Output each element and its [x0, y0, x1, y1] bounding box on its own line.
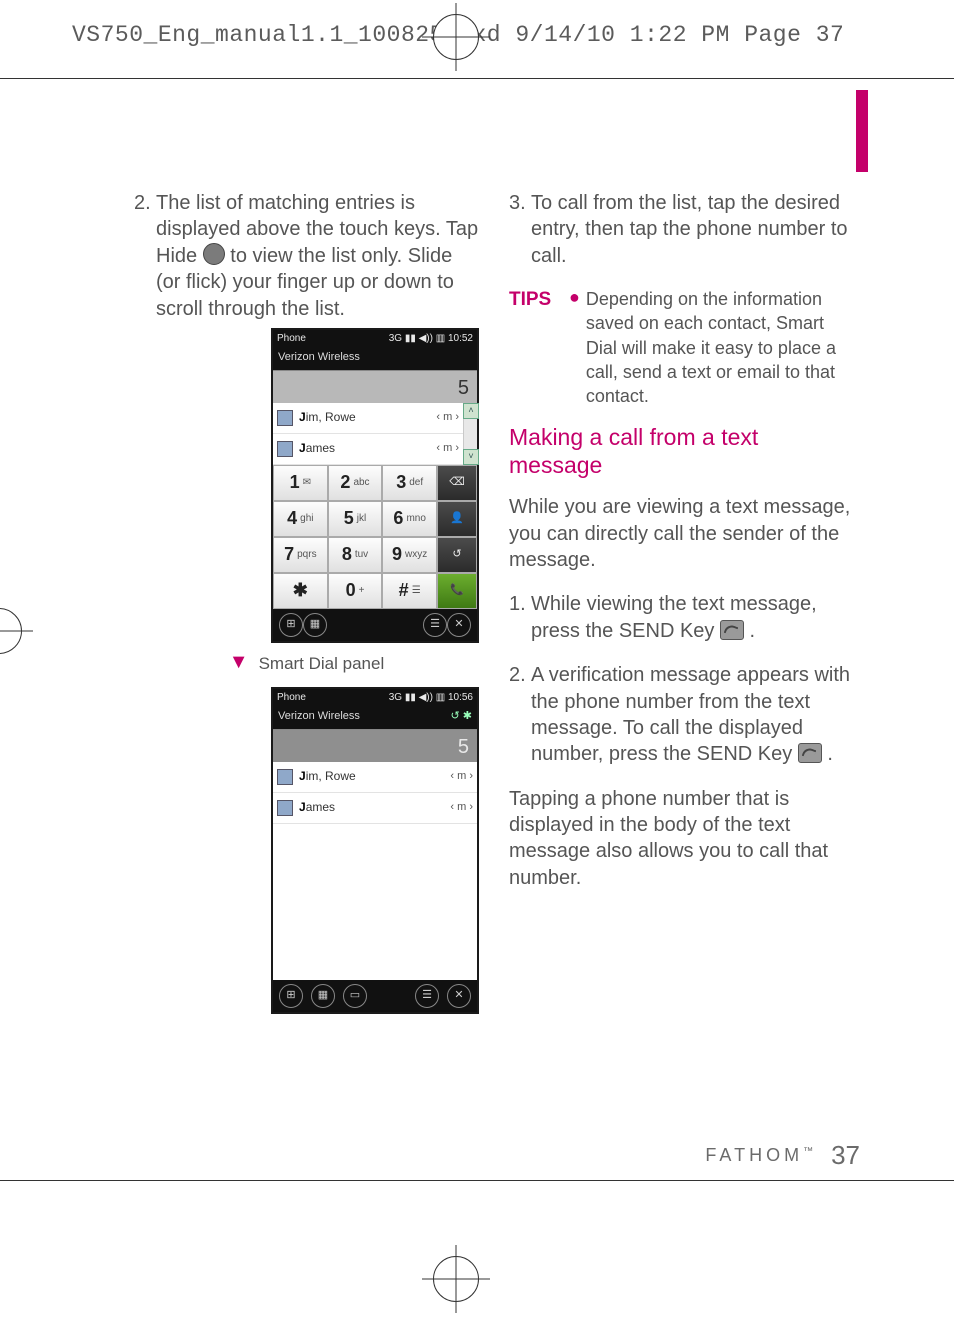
ph2-row2-highlight: J: [299, 800, 306, 816]
start-icon: ⊞: [279, 984, 303, 1008]
crop-line-bottom: [0, 1180, 954, 1181]
subheading: Making a call from a text message: [509, 423, 854, 481]
r-step2-text: A verification message appears with the …: [531, 662, 854, 768]
hide-kb-icon: ▦: [303, 613, 327, 637]
start-icon: ⊞: [279, 613, 303, 637]
tips-label: TIPS: [509, 287, 569, 408]
ph2-status-left: Phone: [277, 691, 306, 704]
contact-card-icon: [277, 410, 293, 426]
brand-mark: FATHOM™: [705, 1145, 813, 1166]
closing-paragraph: Tapping a phone number that is displayed…: [509, 786, 854, 892]
phone-screenshot-2: Phone 3G ▮▮ ◀)) ▥ 10:56 Verizon Wireless…: [271, 687, 479, 1014]
ph1-row2-rest: ames: [306, 441, 335, 457]
ph1-row2-highlight: J: [299, 441, 306, 457]
phone-screenshot-1: Phone 3G ▮▮ ◀)) ▥ 10:52 Verizon Wireless…: [271, 328, 479, 643]
ph2-row1-type: ‹ m ›: [450, 769, 473, 784]
ph1-row1-rest: im, Rowe: [306, 410, 356, 426]
ph1-row2-type: ‹ m ›: [436, 441, 459, 456]
menu-icon: ☰: [415, 984, 439, 1008]
ph2-contact-row-2: James ‹ m ›: [273, 793, 477, 824]
r-step1-text-b: .: [750, 620, 756, 642]
section-edge-tab: [856, 90, 868, 172]
ph1-row1-highlight: J: [299, 410, 306, 426]
hide-icon: [203, 243, 225, 265]
contact-card-icon: [277, 769, 293, 785]
ph2-row2-type: ‹ m ›: [450, 800, 473, 815]
contact-card-icon: [277, 441, 293, 457]
close-icon: ✕: [447, 613, 471, 637]
ph2-row2-rest: ames: [306, 800, 335, 816]
phone1-caption: ▼ Smart Dial panel: [134, 651, 479, 677]
right-column: 3. To call from the list, tap the desire…: [509, 190, 854, 1022]
step3-number: 3.: [509, 190, 531, 269]
step3-text: To call from the list, tap the desired e…: [531, 190, 854, 269]
r-step2-number: 2.: [509, 662, 531, 768]
step2-text: The list of matching entries is displaye…: [156, 190, 479, 322]
history-key: ↺: [437, 537, 477, 573]
caption-text: Smart Dial panel: [259, 653, 385, 675]
r-step1-number: 1.: [509, 591, 531, 644]
registration-mark-left: [0, 608, 22, 654]
crop-line-top: [0, 78, 954, 79]
ph1-keypad: 1✉ 2abc 3def ⌫ 4ghi 5jkl 6mno 👤 7pqrs 8t…: [273, 465, 477, 609]
ph2-status-right: 3G ▮▮ ◀)) ▥ 10:56: [389, 691, 473, 704]
card-icon: ▭: [343, 984, 367, 1008]
ph2-carrier: Verizon Wireless: [278, 709, 360, 724]
ph2-contact-row-1: Jim, Rowe ‹ m ›: [273, 762, 477, 793]
ph2-row1-rest: im, Rowe: [306, 769, 356, 785]
send-key-icon: [798, 743, 822, 763]
down-arrow-icon: ▼: [229, 649, 249, 675]
registration-mark-bottom: [433, 1256, 479, 1302]
ph1-status-right: 3G ▮▮ ◀)) ▥ 10:52: [389, 332, 473, 345]
ph1-row1-type: ‹ m ›: [436, 410, 459, 425]
menu-icon: ☰: [423, 613, 447, 637]
ph1-contact-row-1: Jim, Rowe ‹ m ›: [273, 403, 463, 434]
close-icon: ✕: [447, 984, 471, 1008]
r-step2-text-b: .: [827, 743, 833, 765]
call-key: 📞: [437, 573, 477, 609]
step2-number: 2.: [134, 190, 156, 322]
backspace-key: ⌫: [437, 465, 477, 501]
section-intro: While you are viewing a text message, yo…: [509, 494, 854, 573]
scroll-down-icon: ˅: [463, 449, 479, 465]
r-step1-text: While viewing the text message, press th…: [531, 591, 854, 644]
ph2-row1-highlight: J: [299, 769, 306, 785]
ph1-status-left: Phone: [277, 332, 306, 345]
left-column: 2. The list of matching entries is displ…: [134, 190, 479, 1022]
send-key-icon: [720, 620, 744, 640]
contact-key: 👤: [437, 501, 477, 537]
keypad-icon: ▦: [311, 984, 335, 1008]
ph1-dial-input: 5: [273, 370, 477, 403]
tips-bullet-icon: ●: [569, 287, 580, 408]
ph1-carrier: Verizon Wireless: [273, 347, 477, 370]
contact-card-icon: [277, 800, 293, 816]
ph1-contact-row-2: James ‹ m ›: [273, 434, 463, 465]
ph2-icons: ↺ ✱: [451, 709, 473, 724]
registration-mark-top: [433, 14, 479, 60]
scroll-up-icon: ˄: [463, 403, 479, 419]
r-step1-text-a: While viewing the text message, press th…: [531, 593, 817, 641]
tips-body: Depending on the information saved on ea…: [586, 287, 854, 408]
page-number: 37: [831, 1140, 860, 1171]
ph2-dial-input: 5: [273, 729, 477, 762]
